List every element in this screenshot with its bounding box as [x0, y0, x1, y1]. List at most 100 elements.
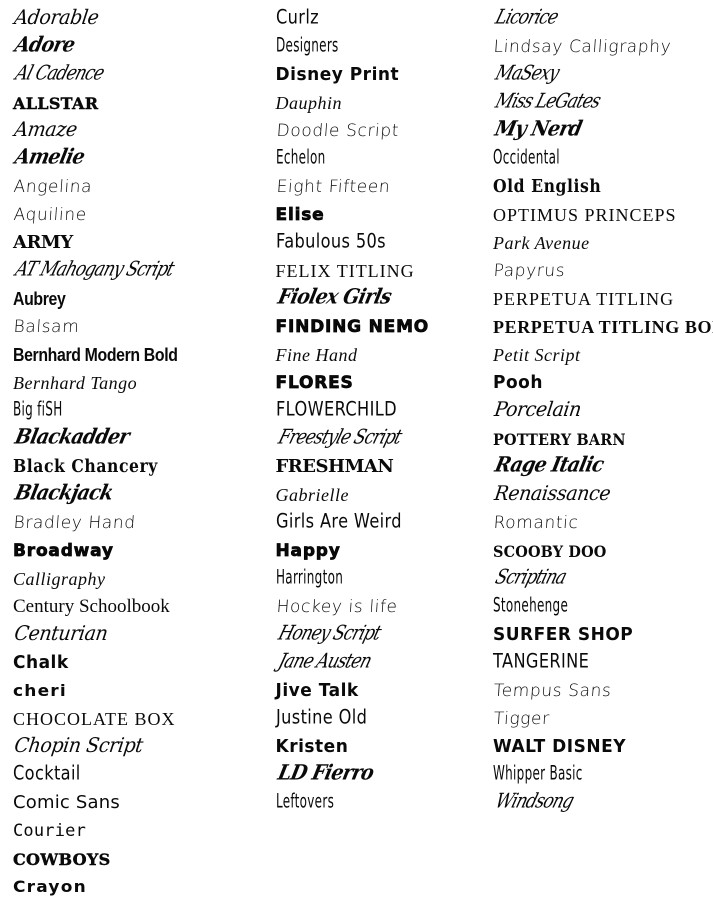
font-sample-label: Adorable: [12, 5, 101, 30]
font-sample: Petit Script: [493, 340, 580, 368]
font-sample-label: Curlz: [275, 6, 319, 30]
font-sample-label: Aubrey: [13, 289, 66, 309]
font-sample: Jive Talk: [276, 676, 359, 704]
font-sample: WALT DISNEY: [493, 732, 626, 760]
font-sample-label: Happy: [275, 541, 341, 561]
font-sample-label: Whipper Basic: [493, 762, 583, 786]
font-sample: Leftovers: [276, 788, 355, 816]
font-sample-label: Tigger: [492, 709, 551, 729]
font-sample-label: Pooh: [493, 372, 543, 394]
font-sample-label: Big fiSH: [13, 398, 63, 422]
font-sample-label: Justine Old: [275, 706, 367, 730]
font-sample-label: FELIX TITLING: [275, 261, 415, 281]
font-sample: Rage Italic: [493, 452, 606, 480]
font-sample-label: PERPETUA TITLING: [493, 289, 675, 309]
font-sample: Amaze: [12, 116, 79, 144]
font-sample-label: Honey Script: [275, 621, 383, 646]
font-sample: Kristen: [276, 732, 349, 760]
font-sample: Doodle Script: [275, 116, 399, 144]
font-sample: Curlz: [276, 4, 324, 32]
font-sample-label: Scriptina: [492, 565, 569, 590]
font-sample: COWBOYS: [13, 844, 111, 872]
font-sample: Pooh: [493, 368, 543, 396]
font-sample: Fine Hand: [276, 340, 358, 368]
font-sample-label: Jive Talk: [275, 680, 359, 702]
font-sample: POTTERY BARN: [493, 424, 640, 452]
font-sample-label: Century Schoolbook: [13, 596, 170, 617]
font-sample-label: Black Chancery: [13, 456, 158, 478]
font-sample: Gabrielle: [276, 480, 350, 508]
font-sample-label: Lindsay Calligraphy: [492, 37, 672, 57]
font-sample-label: Chopin Script: [12, 733, 145, 758]
font-sample: FRESHMAN: [276, 452, 394, 480]
font-sample: Broadway: [13, 536, 114, 564]
font-sample-label: Amaze: [12, 117, 79, 142]
font-sample-label: Freestyle Script: [275, 425, 404, 450]
font-sample: Big fiSH: [13, 396, 80, 424]
font-sample-label: Disney Print: [275, 64, 400, 86]
font-sample-label: Blackjack: [12, 480, 115, 506]
font-sample: Occidental: [493, 144, 583, 172]
font-sample: Centurian: [13, 620, 109, 648]
font-sample: Adore: [13, 32, 77, 60]
font-sample: LD Fierro: [275, 760, 375, 788]
font-sample-label: WALT DISNEY: [493, 736, 627, 758]
font-sample-label: FLOWERCHILD: [275, 398, 397, 422]
font-sample-label: Designers: [275, 34, 339, 58]
font-sample-label: FLORES: [275, 373, 354, 393]
font-sample-label: Hockey is life: [275, 597, 398, 617]
font-sample: Eight Fifteen: [275, 172, 390, 200]
font-specimen-sheet: Adorable Adore Al Cadence ALLSTAR Amaze Ameli…: [0, 0, 713, 896]
font-sample: Porcelain: [493, 396, 583, 424]
font-sample-label: Tempus Sans: [492, 681, 613, 701]
font-sample-label: Blackadder: [12, 424, 132, 450]
font-sample-label: Amelie: [12, 144, 87, 170]
font-sample: Jane Austen: [275, 648, 373, 676]
font-sample-label: MaSexy: [492, 61, 562, 86]
font-sample-label: AT Mahogany Script: [12, 257, 177, 282]
font-sample: Crayon: [13, 872, 87, 900]
font-sample: Bernhard Modern Bold: [13, 340, 200, 368]
font-sample-label: Old English: [493, 176, 602, 198]
font-sample-label: FINDING NEMO: [275, 317, 430, 337]
font-sample: Comic Sans: [13, 788, 120, 816]
font-sample-label: Aquiline: [12, 205, 88, 225]
font-sample-label: OPTIMUS PRINCEPS: [493, 205, 677, 225]
font-sample-label: Angelina: [12, 177, 93, 197]
font-sample: My Nerd: [493, 116, 584, 144]
font-sample: Balsam: [13, 312, 80, 340]
font-sample: Chopin Script: [12, 732, 145, 760]
font-sample: Romantic: [493, 508, 579, 536]
font-sample-label: Leftovers: [275, 790, 334, 814]
font-sample: Disney Print: [276, 60, 400, 88]
font-sample: SCOOBY DOO: [493, 536, 619, 564]
font-sample: FLORES: [275, 368, 354, 396]
font-sample-label: Cocktail: [13, 762, 81, 786]
font-sample: PERPETUA TITLING BOLD: [493, 312, 713, 340]
font-sample: Licorice: [493, 4, 561, 32]
font-sample-label: Comic Sans: [13, 792, 120, 813]
font-sample-label: Rage Italic: [492, 452, 606, 478]
font-sample-label: PERPETUA TITLING BOLD: [493, 317, 713, 337]
font-sample: Justine Old: [276, 704, 377, 732]
font-sample-label: Al Cadence: [12, 61, 107, 86]
font-sample-label: Kristen: [275, 736, 349, 758]
font-sample: Freestyle Script: [275, 424, 405, 452]
font-sample-label: Harrington: [275, 566, 343, 590]
font-sample: Harrington: [276, 564, 367, 592]
font-sample-label: Petit Script: [493, 345, 581, 365]
font-sample-label: POTTERY BARN: [493, 430, 626, 449]
font-sample: Scriptina: [492, 564, 569, 592]
font-sample: Girls Are Weird: [276, 508, 416, 536]
font-sample-label: Fabulous 50s: [275, 230, 386, 254]
font-sample-label: Girls Are Weird: [275, 510, 402, 534]
font-sample: Dauphin: [276, 88, 343, 116]
font-sample-label: Stonehenge: [493, 594, 569, 618]
font-sample-label: Crayon: [13, 877, 87, 897]
font-sample: Century Schoolbook: [13, 592, 170, 620]
font-sample: Designers: [276, 32, 361, 60]
font-sample-label: Fine Hand: [275, 345, 358, 365]
specimen-column-1: Adorable Adore Al Cadence ALLSTAR Amaze Ameli…: [0, 0, 246, 900]
font-sample: cheri: [13, 676, 67, 704]
font-sample-label: cheri: [13, 681, 67, 701]
